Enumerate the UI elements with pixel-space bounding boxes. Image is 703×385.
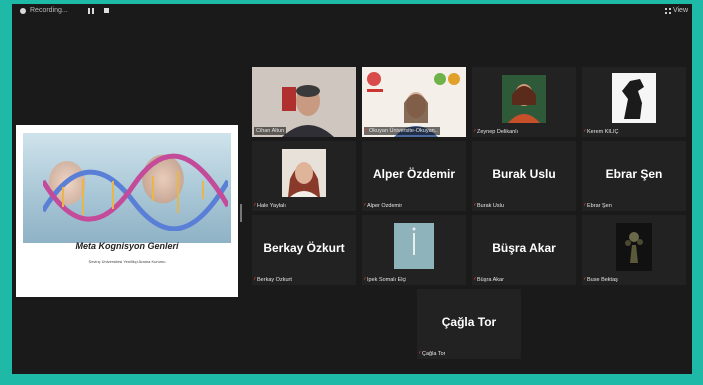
teal-frame: Recording... View Meta Kognisyon Genleri… — [0, 0, 703, 385]
muted-mic-icon: ⁄ — [584, 203, 586, 209]
participant-tile[interactable]: Alper Özdemir ⁄ Alper Özdemir — [362, 141, 466, 211]
muted-mic-icon: ⁄ — [584, 277, 586, 283]
participant-tile[interactable]: ⁄ Buse Bektaş — [582, 215, 686, 285]
participant-display-name: Ebrar Şen — [605, 167, 663, 181]
muted-mic-icon: ⁄ — [254, 277, 256, 283]
participant-display-name: Büşra Akar — [492, 241, 556, 255]
participant-label: ⁄ Berkay Özkurt — [254, 277, 292, 283]
participant-display-name: Burak Uslu — [492, 167, 556, 181]
resize-handle[interactable] — [240, 204, 242, 222]
participant-name: Zeynep Delikanlı — [477, 129, 518, 135]
shared-screen[interactable]: Meta Kognisyon Genleri Sevinç Üniversite… — [16, 125, 238, 297]
participant-tile[interactable]: Büşra Akar ⁄ Büşra Akar — [472, 215, 576, 285]
participant-name: İpek Somalı Elçi — [367, 277, 407, 283]
participant-label: ⁄ Alper Özdemir — [364, 203, 402, 209]
muted-mic-icon: ⁄ — [254, 203, 256, 209]
recording-label: Recording... — [30, 7, 68, 14]
grid-icon — [664, 7, 671, 14]
participant-name: Ebrar Şen — [587, 203, 612, 209]
participant-label: ⁄ Okuyan Üniversite-Okuyan.. — [364, 127, 440, 135]
slide-subtitle: Sevinç Üniversitesi Yenilikçi Arama Kuru… — [88, 259, 166, 264]
muted-mic-icon: ⁄ — [364, 277, 366, 283]
stop-icon[interactable] — [103, 8, 109, 13]
muted-mic-icon: ⁄ — [474, 277, 476, 283]
slide-dna-image — [23, 133, 231, 243]
view-label: View — [672, 7, 688, 14]
top-bar: Recording... View — [12, 4, 692, 22]
participant-label: ⁄ Kerem KILIÇ — [584, 129, 619, 135]
participant-photo — [616, 223, 652, 271]
participant-name: Çağla Tor — [422, 351, 446, 357]
participant-label: ⁄ Hale Yaylalı — [254, 203, 286, 209]
participant-tile[interactable]: Ebrar Şen ⁄ Ebrar Şen — [582, 141, 686, 211]
participant-tile[interactable]: ⁄ Kerem KILIÇ — [582, 67, 686, 137]
participant-tile[interactable]: Burak Uslu ⁄ Burak Uslu — [472, 141, 576, 211]
participant-photo — [612, 73, 656, 123]
participant-label: ⁄ Ebrar Şen — [584, 203, 612, 209]
pause-icon[interactable] — [87, 7, 94, 14]
participant-tile[interactable]: Berkay Özkurt ⁄ Berkay Özkurt — [252, 215, 356, 285]
participant-tile[interactable]: ⁄ Okuyan Üniversite-Okuyan.. — [362, 67, 466, 137]
muted-mic-icon: ⁄ — [419, 351, 421, 357]
muted-mic-icon: ⁄ — [474, 129, 476, 135]
participant-name: Okuyan Üniversite-Okuyan.. — [369, 128, 438, 134]
participant-name: Cihan Altun — [256, 128, 285, 134]
recording-indicator: Recording... — [20, 7, 109, 14]
participant-name: Kerem KILIÇ — [587, 129, 619, 135]
participant-label: ⁄ Zeynep Delikanlı — [474, 129, 518, 135]
participant-name: Burak Uslu — [477, 203, 504, 209]
participant-tile[interactable]: ⁄ Zeynep Delikanlı — [472, 67, 576, 137]
dna-helix-graphic — [43, 153, 228, 231]
participant-display-name: Berkay Özkurt — [263, 241, 345, 255]
muted-mic-icon: ⁄ — [366, 128, 368, 134]
participant-label: ⁄ İpek Somalı Elçi — [364, 277, 406, 283]
muted-mic-icon: ⁄ — [474, 203, 476, 209]
meeting-window: Recording... View Meta Kognisyon Genleri… — [12, 4, 692, 374]
participant-name: Alper Özdemir — [367, 203, 403, 209]
participant-photo — [394, 223, 434, 269]
participant-tile[interactable]: Çağla Tor ⁄ Çağla Tor — [417, 289, 521, 359]
participant-label: Cihan Altun — [254, 127, 287, 135]
participant-name: Buse Bektaş — [587, 277, 618, 283]
participant-photo — [282, 149, 326, 197]
participant-photo — [502, 75, 546, 123]
participant-tile[interactable]: ⁄ İpek Somalı Elçi — [362, 215, 466, 285]
participant-name: Hale Yaylalı — [257, 203, 286, 209]
participant-tile[interactable]: ⁄ Hale Yaylalı — [252, 141, 356, 211]
slide-title: Meta Kognisyon Genleri — [75, 241, 179, 251]
participant-tile[interactable]: Cihan Altun — [252, 67, 356, 137]
participant-label: ⁄ Çağla Tor — [419, 351, 445, 357]
participant-name: Berkay Özkurt — [257, 277, 292, 283]
participant-display-name: Çağla Tor — [441, 315, 497, 329]
muted-mic-icon: ⁄ — [584, 129, 586, 135]
participant-label: ⁄ Burak Uslu — [474, 203, 504, 209]
participant-label: ⁄ Buse Bektaş — [584, 277, 618, 283]
record-icon — [20, 7, 26, 14]
muted-mic-icon: ⁄ — [364, 203, 366, 209]
view-button[interactable]: View — [664, 7, 688, 14]
participant-label: ⁄ Büşra Akar — [474, 277, 504, 283]
participant-display-name: Alper Özdemir — [372, 167, 456, 181]
participant-name: Büşra Akar — [477, 277, 504, 283]
